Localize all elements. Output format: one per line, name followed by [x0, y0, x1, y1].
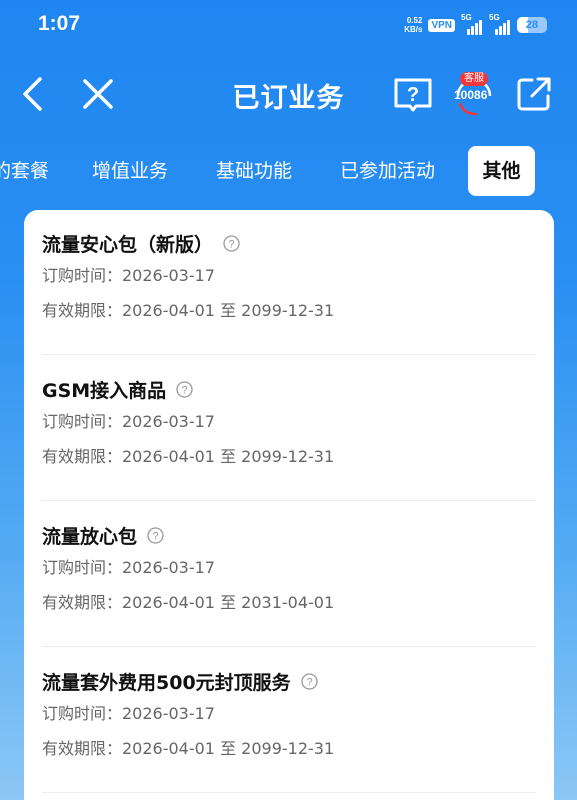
signal-icon: 5G	[461, 13, 483, 35]
svg-text:?: ?	[306, 676, 312, 688]
top-nav: 已订业务 ? 客服 10086	[0, 60, 577, 130]
validity-period: 有效期限：2026-04-01 至 2099-12-31	[42, 447, 335, 466]
order-time: 订购时间：2026-03-17	[42, 558, 215, 577]
battery-level: 28	[525, 19, 539, 31]
tab-value-added[interactable]: 增值业务	[92, 146, 168, 196]
item-name: 流量安心包（新版）	[42, 233, 214, 256]
item-name: GSM接入商品	[42, 379, 167, 402]
tab-package[interactable]: 的套餐	[0, 146, 49, 196]
svg-text:?: ?	[152, 530, 158, 542]
list-item[interactable]: GSM接入商品 ? 订购时间：2026-03-17 有效期限：2026-04-0…	[42, 374, 536, 501]
vpn-icon: VPN	[428, 18, 455, 32]
list-item[interactable]: 流量套外费用500元封顶服务 ? 订购时间：2026-03-17 有效期限：20…	[42, 666, 536, 793]
network-speed-unit: KB/s	[404, 25, 423, 34]
subscription-card: 流量安心包（新版） ? 订购时间：2026-03-17 有效期限：2026-04…	[24, 210, 554, 800]
question-icon[interactable]: ?	[223, 234, 240, 252]
svg-text:?: ?	[407, 84, 419, 106]
tab-other[interactable]: 其他	[468, 146, 535, 196]
item-name: 流量套外费用500元封顶服务	[42, 671, 291, 694]
service-number: 10086	[454, 88, 488, 102]
signal-icon-2: 5G	[489, 13, 511, 35]
close-icon[interactable]	[80, 76, 116, 112]
svg-text:?: ?	[182, 384, 188, 396]
question-icon[interactable]: ?	[301, 672, 318, 690]
page-title: 已订业务	[232, 83, 345, 114]
customer-service-button[interactable]: 客服 10086	[452, 72, 496, 118]
order-time: 订购时间：2026-03-17	[42, 412, 215, 431]
question-icon[interactable]: ?	[176, 380, 193, 398]
divider	[42, 646, 536, 647]
order-time: 订购时间：2026-03-17	[42, 704, 215, 723]
divider	[42, 500, 536, 501]
network-speed: 0.52 KB/s	[404, 16, 422, 34]
validity-period: 有效期限：2026-04-01 至 2099-12-31	[42, 739, 335, 758]
divider	[42, 354, 536, 355]
tab-basic-functions[interactable]: 基础功能	[216, 146, 292, 196]
network-speed-value: 0.52	[406, 16, 423, 25]
signal-type-label-2: 5G	[489, 13, 500, 22]
status-icons: 0.52 KB/s VPN 5G 5G 28	[404, 12, 547, 38]
list-item[interactable]: 流量安心包（新版） ? 订购时间：2026-03-17 有效期限：2026-04…	[42, 228, 536, 355]
back-arrow-icon[interactable]	[18, 76, 48, 112]
status-time: 1:07	[38, 12, 81, 35]
help-book-icon[interactable]: ?	[392, 75, 434, 115]
question-icon[interactable]: ?	[147, 526, 164, 544]
list-item[interactable]: 流量放心包 ? 订购时间：2026-03-17 有效期限：2026-04-01 …	[42, 520, 536, 647]
signal-type-label: 5G	[461, 13, 472, 22]
validity-period: 有效期限：2026-04-01 至 2099-12-31	[42, 301, 335, 320]
svg-text:?: ?	[228, 238, 234, 250]
battery-icon: 28	[517, 17, 547, 33]
tab-joined-activities[interactable]: 已参加活动	[340, 146, 435, 196]
service-badge: 客服	[460, 72, 488, 86]
item-name: 流量放心包	[42, 525, 138, 548]
category-tabs: 的套餐 增值业务 基础功能 已参加活动 其他	[0, 146, 577, 196]
order-time: 订购时间：2026-03-17	[42, 266, 215, 285]
share-icon[interactable]	[516, 76, 552, 112]
validity-period: 有效期限：2026-04-01 至 2031-04-01	[42, 593, 335, 612]
status-bar: 1:07 0.52 KB/s VPN 5G 5G 28	[0, 0, 577, 50]
divider	[42, 792, 536, 793]
